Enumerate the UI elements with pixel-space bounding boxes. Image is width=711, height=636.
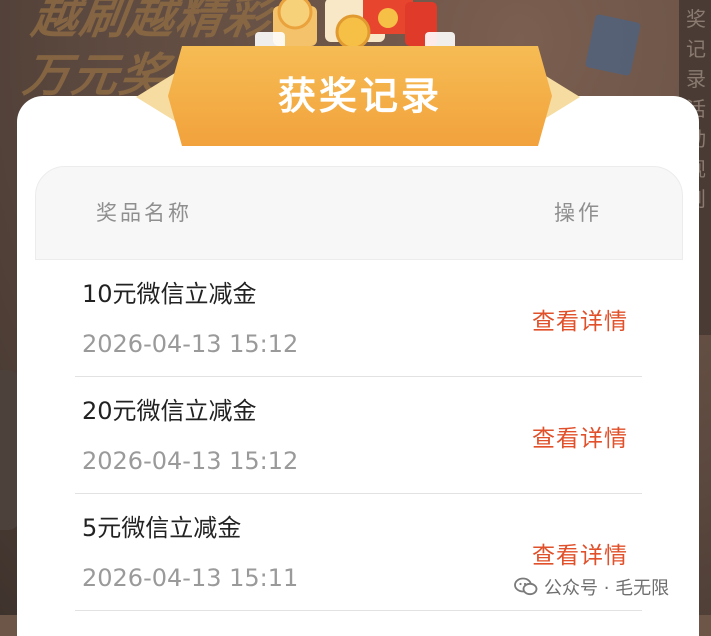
prize-name: 10元微信立减金 [82, 280, 257, 308]
column-header-prize-name: 奖品名称 [96, 201, 192, 225]
prize-name: 5元微信立减金 [82, 514, 242, 542]
wechat-official-account-icon [514, 577, 538, 596]
watermark-text: 公众号 · 毛无限 [544, 578, 670, 599]
table-row: 20元微信立减金 2026-04-13 15:12 查看详情 [75, 377, 642, 494]
table-header: 奖品名称 操作 [35, 166, 683, 260]
award-time: 2026-04-13 15:12 [82, 447, 299, 475]
view-details-link[interactable]: 查看详情 [532, 302, 628, 336]
view-details-link[interactable]: 查看详情 [532, 419, 628, 453]
prize-name: 20元微信立减金 [82, 397, 257, 425]
watermark: 公众号 · 毛无限 [514, 574, 669, 600]
table-row: 10元微信立减金 2026-04-13 15:12 查看详情 [75, 260, 642, 377]
award-time: 2026-04-13 15:12 [82, 330, 299, 358]
award-time: 2026-04-13 15:11 [82, 564, 299, 592]
column-header-action: 操作 [554, 201, 602, 225]
view-details-link[interactable]: 查看详情 [532, 536, 628, 570]
modal-title: 获奖记录 [277, 74, 442, 118]
